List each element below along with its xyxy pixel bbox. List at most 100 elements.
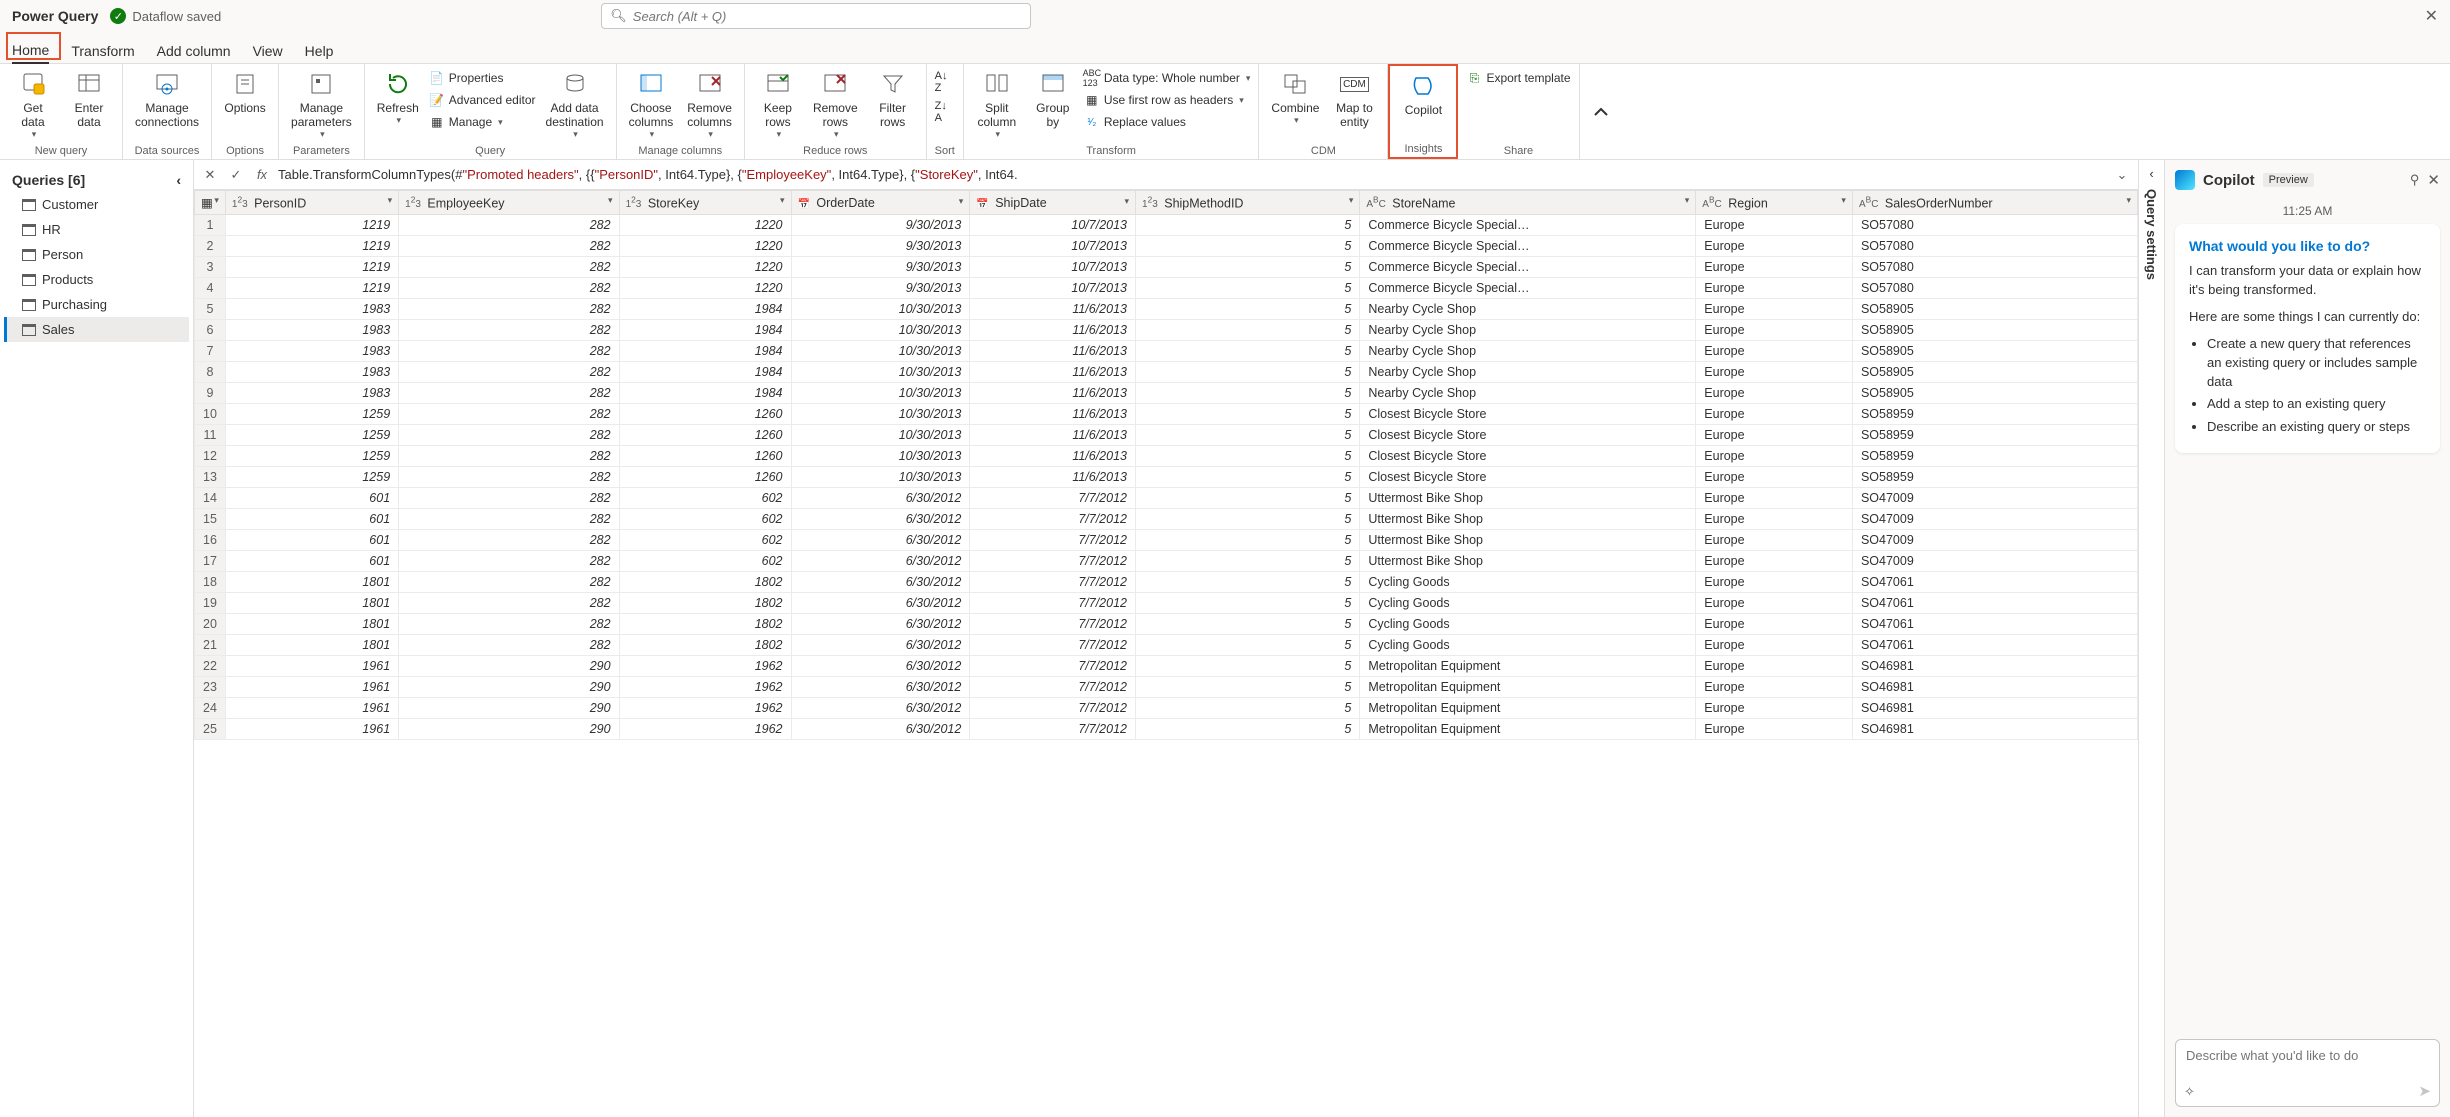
row-number[interactable]: 11 xyxy=(195,425,226,446)
cell[interactable]: Cycling Goods xyxy=(1360,593,1696,614)
cell[interactable]: 7/7/2012 xyxy=(970,698,1136,719)
cell[interactable]: 282 xyxy=(399,530,619,551)
cell[interactable]: Europe xyxy=(1696,635,1853,656)
col-shipmethodid[interactable]: 123 ShipMethodID ▾ xyxy=(1136,191,1360,215)
cell[interactable]: 1802 xyxy=(619,572,791,593)
group-by-button[interactable]: Group by xyxy=(1028,68,1078,131)
cell[interactable]: 282 xyxy=(399,257,619,278)
cell[interactable]: Commerce Bicycle Special… xyxy=(1360,215,1696,236)
cell[interactable]: 7/7/2012 xyxy=(970,572,1136,593)
cell[interactable]: SO57080 xyxy=(1852,215,2137,236)
cell[interactable]: SO58905 xyxy=(1852,299,2137,320)
row-number[interactable]: 1 xyxy=(195,215,226,236)
fx-icon[interactable]: fx xyxy=(252,167,272,182)
copilot-input-box[interactable]: ✧ ➤ xyxy=(2175,1039,2440,1107)
cell[interactable]: Cycling Goods xyxy=(1360,572,1696,593)
cell[interactable]: 1802 xyxy=(619,614,791,635)
cell[interactable]: 282 xyxy=(399,383,619,404)
cell[interactable]: Europe xyxy=(1696,404,1853,425)
col-personid[interactable]: 123 PersonID ▾ xyxy=(225,191,398,215)
table-row[interactable]: 4121928212209/30/201310/7/20135Commerce … xyxy=(195,278,2138,299)
table-row[interactable]: 166012826026/30/20127/7/20125Uttermost B… xyxy=(195,530,2138,551)
filter-dropdown-icon[interactable]: ▾ xyxy=(1685,195,1690,206)
first-row-headers-button[interactable]: ▦Use first row as headers▾ xyxy=(1084,90,1251,110)
cell[interactable]: 1962 xyxy=(619,698,791,719)
map-to-entity-button[interactable]: CDMMap to entity xyxy=(1329,68,1379,131)
manage-connections-button[interactable]: Manage connections xyxy=(131,68,203,131)
cell[interactable]: 282 xyxy=(399,299,619,320)
expand-settings-icon[interactable]: ‹ xyxy=(2149,166,2153,181)
cell[interactable]: 6/30/2012 xyxy=(791,509,970,530)
table-row[interactable]: 25196129019626/30/20127/7/20125Metropoli… xyxy=(195,719,2138,740)
cell[interactable]: Metropolitan Equipment xyxy=(1360,677,1696,698)
cell[interactable]: 1983 xyxy=(225,299,398,320)
cell[interactable]: 7/7/2012 xyxy=(970,530,1136,551)
row-number[interactable]: 13 xyxy=(195,467,226,488)
cell[interactable]: SO47009 xyxy=(1852,509,2137,530)
export-template-button[interactable]: ⎘Export template xyxy=(1466,68,1570,88)
cell[interactable]: 6/30/2012 xyxy=(791,530,970,551)
cell[interactable]: 7/7/2012 xyxy=(970,551,1136,572)
table-row[interactable]: 2121928212209/30/201310/7/20135Commerce … xyxy=(195,236,2138,257)
cell[interactable]: 1961 xyxy=(225,677,398,698)
query-item-person[interactable]: Person xyxy=(4,242,189,267)
filter-dropdown-icon[interactable]: ▾ xyxy=(1841,195,1846,206)
cell[interactable]: 282 xyxy=(399,509,619,530)
filter-dropdown-icon[interactable]: ▾ xyxy=(959,196,964,207)
cell[interactable]: 1983 xyxy=(225,320,398,341)
cell[interactable]: 10/7/2013 xyxy=(970,278,1136,299)
cell[interactable]: Europe xyxy=(1696,719,1853,740)
cell[interactable]: SO57080 xyxy=(1852,278,2137,299)
cell[interactable]: 1801 xyxy=(225,635,398,656)
cell[interactable]: Closest Bicycle Store xyxy=(1360,446,1696,467)
cell[interactable]: Uttermost Bike Shop xyxy=(1360,488,1696,509)
cell[interactable]: 6/30/2012 xyxy=(791,488,970,509)
cell[interactable]: 11/6/2013 xyxy=(970,320,1136,341)
cell[interactable]: 6/30/2012 xyxy=(791,572,970,593)
cell[interactable]: 282 xyxy=(399,236,619,257)
cell[interactable]: Europe xyxy=(1696,257,1853,278)
table-row[interactable]: 24196129019626/30/20127/7/20125Metropoli… xyxy=(195,698,2138,719)
cell[interactable]: 282 xyxy=(399,320,619,341)
cell[interactable]: 282 xyxy=(399,425,619,446)
manage-parameters-button[interactable]: Manage parameters▾ xyxy=(287,68,356,142)
cell[interactable]: 1801 xyxy=(225,572,398,593)
row-number[interactable]: 25 xyxy=(195,719,226,740)
cell[interactable]: 290 xyxy=(399,698,619,719)
filter-dropdown-icon[interactable]: ▾ xyxy=(2126,195,2131,206)
data-type-button[interactable]: ABC123Data type: Whole number▾ xyxy=(1084,68,1251,88)
row-number[interactable]: 22 xyxy=(195,656,226,677)
cell[interactable]: SO58959 xyxy=(1852,446,2137,467)
table-row[interactable]: 3121928212209/30/201310/7/20135Commerce … xyxy=(195,257,2138,278)
cell[interactable]: 602 xyxy=(619,530,791,551)
cell[interactable]: SO57080 xyxy=(1852,257,2137,278)
cell[interactable]: 9/30/2013 xyxy=(791,278,970,299)
cell[interactable]: 6/30/2012 xyxy=(791,635,970,656)
table-row[interactable]: 51983282198410/30/201311/6/20135Nearby C… xyxy=(195,299,2138,320)
manage-button[interactable]: ▦Manage▾ xyxy=(429,112,536,132)
split-column-button[interactable]: Split column▾ xyxy=(972,68,1022,142)
row-number[interactable]: 5 xyxy=(195,299,226,320)
cell[interactable]: 290 xyxy=(399,719,619,740)
copilot-close-icon[interactable]: ✕ xyxy=(2427,171,2440,189)
cell[interactable]: Europe xyxy=(1696,467,1853,488)
cell[interactable]: 10/30/2013 xyxy=(791,341,970,362)
cell[interactable]: 1962 xyxy=(619,677,791,698)
cell[interactable]: 11/6/2013 xyxy=(970,404,1136,425)
cell[interactable]: 10/30/2013 xyxy=(791,320,970,341)
table-row[interactable]: 19180128218026/30/20127/7/20125Cycling G… xyxy=(195,593,2138,614)
cell[interactable]: Nearby Cycle Shop xyxy=(1360,362,1696,383)
cell[interactable]: 282 xyxy=(399,341,619,362)
cell[interactable]: 1259 xyxy=(225,467,398,488)
cell[interactable]: Nearby Cycle Shop xyxy=(1360,320,1696,341)
col-employeekey[interactable]: 123 EmployeeKey ▾ xyxy=(399,191,619,215)
cell[interactable]: 1219 xyxy=(225,236,398,257)
cell[interactable]: 5 xyxy=(1136,257,1360,278)
cell[interactable]: SO46981 xyxy=(1852,656,2137,677)
cell[interactable]: 1259 xyxy=(225,425,398,446)
cell[interactable]: 1983 xyxy=(225,341,398,362)
cell[interactable]: 282 xyxy=(399,362,619,383)
cell[interactable]: 11/6/2013 xyxy=(970,383,1136,404)
table-row[interactable]: 91983282198410/30/201311/6/20135Nearby C… xyxy=(195,383,2138,404)
cell[interactable]: 282 xyxy=(399,572,619,593)
